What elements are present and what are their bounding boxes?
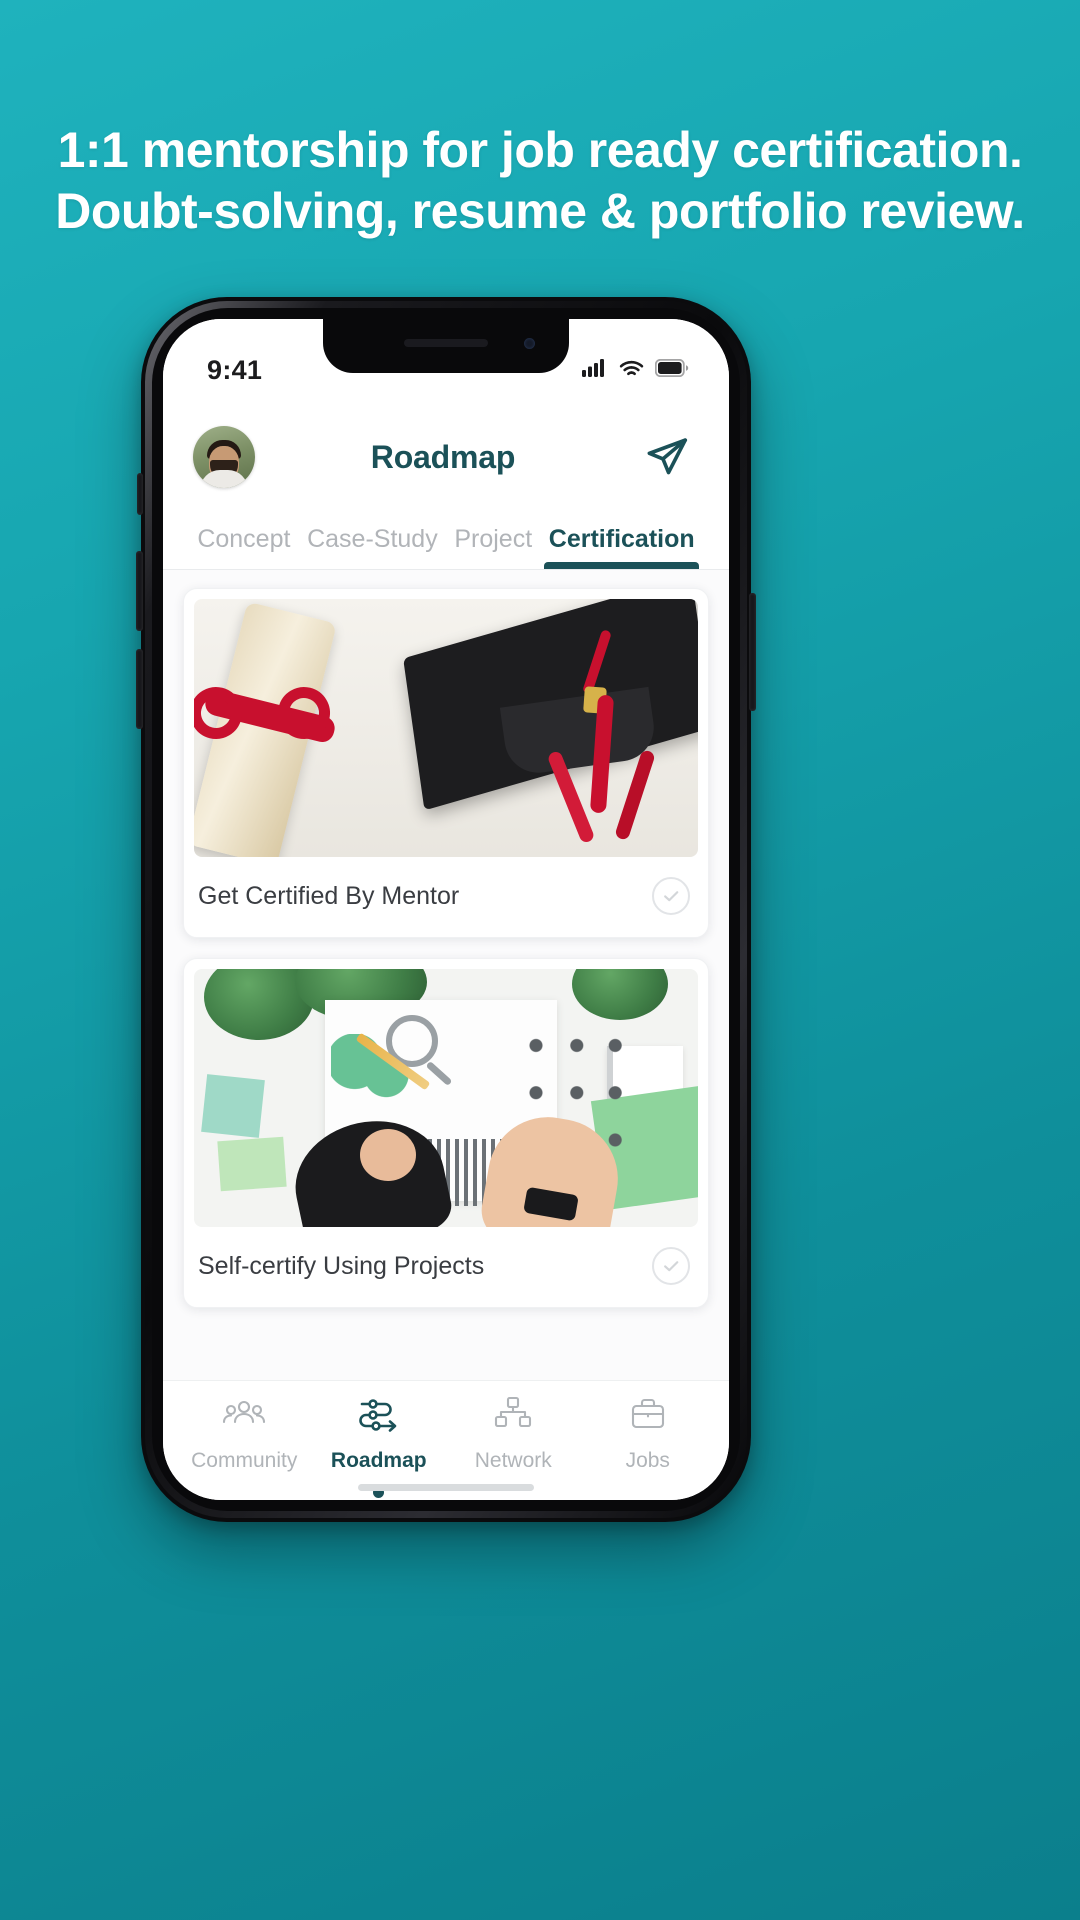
send-paper-plane-icon[interactable] (641, 431, 693, 483)
roadmap-path-icon (356, 1395, 402, 1440)
nav-item-jobs[interactable]: Jobs (581, 1395, 716, 1473)
card-title: Get Certified By Mentor (198, 881, 460, 910)
card-image-graduation (194, 599, 698, 857)
phone-screen: 9:41 Roadmap Concept Case-Study Project … (163, 319, 729, 1500)
avatar[interactable] (193, 426, 255, 488)
tab-case-study[interactable]: Case-Study (299, 525, 446, 569)
tab-bar: Concept Case-Study Project Certification (163, 503, 729, 569)
nav-item-community-label: Community (191, 1449, 298, 1472)
bottom-navigation-bar: Community Roadmap Network Jobs (163, 1380, 729, 1500)
page-title: Roadmap (370, 438, 516, 475)
team-working-on-desk-with-charts-photo (194, 969, 698, 1227)
silent-switch[interactable] (137, 473, 143, 515)
earpiece-speaker (404, 339, 488, 347)
app-header: Roadmap (163, 411, 729, 503)
card-title: Self-certify Using Projects (198, 1251, 485, 1280)
tab-project-label: Project (454, 525, 533, 553)
tab-concept-label: Concept (197, 525, 291, 553)
card-label-row: Get Certified By Mentor (194, 857, 698, 937)
network-hierarchy-icon (490, 1395, 536, 1440)
promo-headline: 1:1 mentorship for job ready certificati… (0, 120, 1080, 242)
tab-case-study-label: Case-Study (307, 525, 438, 553)
volume-up-button[interactable] (136, 551, 143, 631)
status-bar-clock: 9:41 (207, 355, 263, 385)
cellular-signal-icon (582, 358, 608, 382)
list-item[interactable]: Self-certify Using Projects (183, 958, 709, 1308)
home-indicator[interactable] (358, 1484, 534, 1491)
briefcase-icon (625, 1395, 671, 1440)
people-group-icon (221, 1395, 267, 1440)
wifi-icon (619, 358, 644, 382)
check-circle-outline-icon[interactable] (652, 1247, 690, 1285)
nav-item-jobs-label: Jobs (625, 1449, 670, 1472)
status-bar: 9:41 (163, 319, 729, 411)
card-image-projects (194, 969, 698, 1227)
promo-headline-line-1: 1:1 mentorship for job ready certificati… (57, 122, 1023, 178)
nav-item-roadmap-label: Roadmap (330, 1449, 427, 1472)
promo-headline-line-2: Doubt-solving, resume & portfolio review… (55, 183, 1025, 239)
check-circle-outline-icon[interactable] (652, 877, 690, 915)
nav-item-community[interactable]: Community (177, 1395, 312, 1473)
roadmap-content-list: Get Certified By Mentor Self-certify Usi… (163, 570, 729, 1380)
tab-certification[interactable]: Certification (540, 525, 703, 569)
tab-concept[interactable]: Concept (189, 525, 299, 569)
avatar-shirt (200, 470, 248, 488)
tab-project[interactable]: Project (446, 525, 540, 569)
tab-certification-label: Certification (548, 525, 695, 553)
nav-item-roadmap[interactable]: Roadmap (312, 1395, 447, 1498)
nav-item-network-label: Network (474, 1449, 552, 1472)
power-button[interactable] (749, 593, 756, 711)
list-item[interactable]: Get Certified By Mentor (183, 588, 709, 938)
display-notch (323, 319, 569, 373)
status-bar-icons (582, 355, 689, 382)
nav-item-network[interactable]: Network (446, 1395, 581, 1473)
graduation-cap-and-diploma-photo (194, 599, 698, 857)
card-label-row: Self-certify Using Projects (194, 1227, 698, 1307)
battery-full-icon (654, 358, 689, 382)
front-camera (524, 338, 535, 349)
volume-down-button[interactable] (136, 649, 143, 729)
phone-mockup: 9:41 Roadmap Concept Case-Study Project … (136, 297, 756, 1522)
